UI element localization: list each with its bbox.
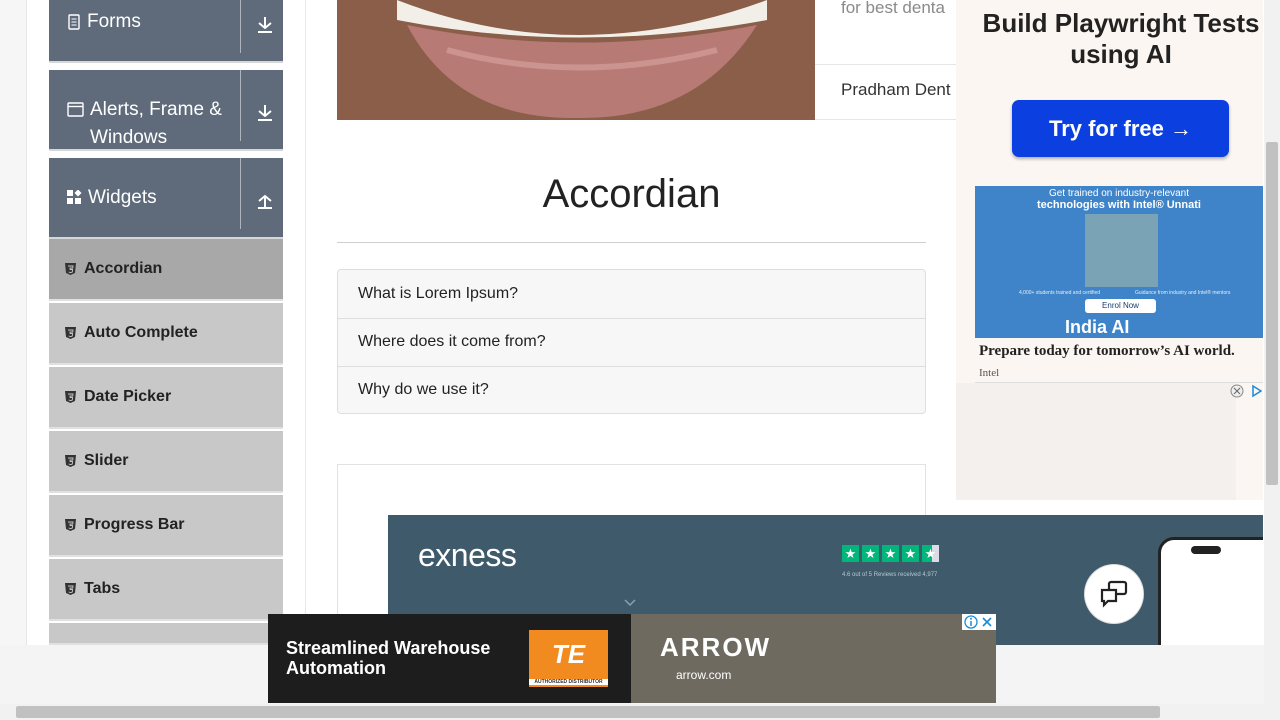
html5-icon bbox=[65, 583, 76, 595]
star-icon: ★ bbox=[862, 545, 879, 562]
doctor-card: for best denta Pradham Dent bbox=[815, 0, 956, 120]
arrow-logo: ARROW bbox=[660, 632, 772, 662]
sidebar-item-slider[interactable]: Slider bbox=[49, 431, 283, 493]
sidebar-item-label: Accordian bbox=[84, 260, 163, 277]
vertical-scroll-thumb[interactable] bbox=[1266, 142, 1278, 485]
try-for-free-button[interactable]: Try for free → bbox=[1012, 100, 1229, 157]
sidebar-item-accordian[interactable]: Accordian bbox=[49, 239, 283, 301]
banner-image bbox=[337, 0, 815, 120]
html5-icon bbox=[65, 327, 76, 339]
sidebar-group-label: Alerts, Frame & bbox=[90, 99, 222, 120]
ad-title: Build Playwright Tests using AI bbox=[982, 8, 1260, 69]
accordion: What is Lorem Ipsum? Where does it come … bbox=[337, 269, 926, 414]
download-icon[interactable] bbox=[255, 102, 275, 122]
accordion-heading[interactable]: Why do we use it? bbox=[358, 381, 489, 399]
sidebar-item-partial[interactable] bbox=[49, 623, 283, 645]
accordion-item-2[interactable]: Where does it come from? bbox=[338, 318, 925, 367]
sidebar-item-auto-complete[interactable]: Auto Complete bbox=[49, 303, 283, 365]
sidebar-item-label: Auto Complete bbox=[84, 324, 198, 341]
people-photo bbox=[1085, 214, 1158, 287]
bottom-ad[interactable]: Streamlined Warehouse Automation TE AUTHOR… bbox=[268, 614, 996, 703]
sidebar-group-widgets[interactable]: Widgets bbox=[49, 158, 283, 239]
download-icon[interactable] bbox=[255, 14, 275, 34]
star-icon: ★ bbox=[902, 545, 919, 562]
right-ad: Build Playwright Tests using AI Try for … bbox=[956, 0, 1263, 500]
sidebar-group-alerts[interactable]: Alerts, Frame & Windows bbox=[49, 70, 283, 151]
window-icon bbox=[67, 102, 84, 117]
sidebar-item-tabs[interactable]: Tabs bbox=[49, 559, 283, 621]
sidebar-item-date-picker[interactable]: Date Picker bbox=[49, 367, 283, 429]
left-gutter bbox=[0, 0, 27, 645]
ad-placeholder bbox=[956, 383, 1236, 500]
sidebar-item-label: Date Picker bbox=[84, 388, 172, 405]
close-icon[interactable] bbox=[981, 616, 993, 628]
accordion-item-3[interactable]: Why do we use it? bbox=[338, 366, 925, 414]
sidebar-item-progress-bar[interactable]: Progress Bar bbox=[49, 495, 283, 557]
card-footer: Pradham Dent bbox=[841, 80, 951, 99]
star-icon: ★ bbox=[882, 545, 899, 562]
star-icon: ★ bbox=[922, 545, 939, 562]
bottom-ad-line1: Streamlined Warehouse bbox=[286, 638, 491, 658]
accordion-heading[interactable]: What is Lorem Ipsum? bbox=[358, 285, 518, 303]
te-logo: TE AUTHORIZED DISTRIBUTOR bbox=[529, 630, 608, 687]
title-divider bbox=[337, 242, 926, 243]
enrol-now-button[interactable]: Enrol Now bbox=[1085, 299, 1156, 313]
sidebar-group-label: Forms bbox=[87, 11, 141, 32]
sidebar-group-label: Widgets bbox=[88, 187, 157, 208]
intel-ad-image[interactable]: Get trained on industry-relevant technol… bbox=[975, 186, 1263, 338]
html5-icon bbox=[65, 391, 76, 403]
document-icon bbox=[68, 14, 80, 30]
ad-source: Intel bbox=[979, 367, 1000, 379]
upload-icon[interactable] bbox=[255, 190, 275, 210]
chat-button[interactable] bbox=[1085, 565, 1143, 623]
widgets-icon bbox=[67, 190, 82, 204]
sidebar-group-forms[interactable]: Forms bbox=[49, 0, 283, 63]
exness-logo: exness bbox=[418, 537, 517, 573]
ad-headline[interactable]: Prepare today for tomorrow’s AI world. bbox=[979, 343, 1235, 360]
accordion-item-1[interactable]: What is Lorem Ipsum? bbox=[338, 270, 925, 319]
sidebar-item-label: Tabs bbox=[84, 580, 121, 597]
sidebar-item-label: Slider bbox=[84, 452, 129, 469]
trustpilot-stars: ★ ★ ★ ★ ★ bbox=[842, 545, 939, 562]
ad-close-icon[interactable] bbox=[1230, 384, 1244, 398]
smile-photo bbox=[337, 0, 815, 120]
chevron-down-icon bbox=[624, 599, 636, 607]
phone-image bbox=[1158, 537, 1263, 645]
arrow-url: arrow.com bbox=[676, 668, 732, 682]
accordion-heading[interactable]: Where does it come from? bbox=[358, 333, 546, 351]
sidebar-group-label-line2: Windows bbox=[90, 127, 168, 148]
page-title: Accordian bbox=[542, 172, 721, 216]
star-icon: ★ bbox=[842, 545, 859, 562]
html5-icon bbox=[65, 263, 76, 275]
horizontal-scroll-thumb[interactable] bbox=[16, 706, 1160, 718]
sidebar-item-label: Progress Bar bbox=[84, 516, 185, 533]
card-description: for best denta bbox=[841, 0, 945, 17]
rating-text: 4.6 out of 5 Reviews received 4,977 bbox=[842, 572, 938, 578]
info-icon[interactable] bbox=[964, 615, 978, 629]
bottom-ad-line2: Automation bbox=[286, 658, 386, 678]
chat-icon bbox=[1100, 580, 1128, 608]
html5-icon bbox=[65, 519, 76, 531]
adchoices-icon[interactable] bbox=[1252, 384, 1262, 398]
html5-icon bbox=[65, 455, 76, 467]
